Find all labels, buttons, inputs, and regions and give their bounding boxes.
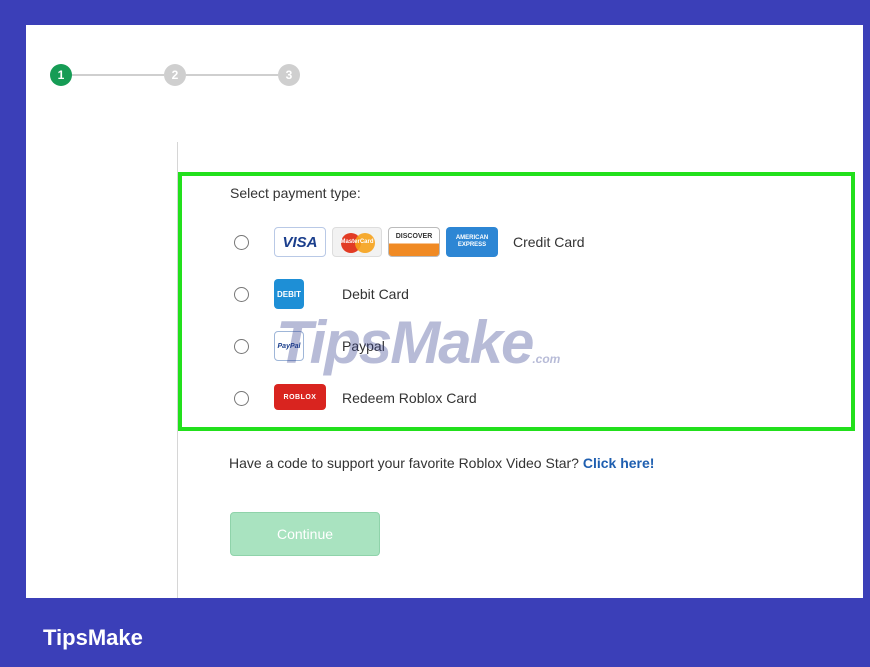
roblox-card-label: Redeem Roblox Card <box>342 390 477 406</box>
roblox-card-icon: ROBLOX <box>274 384 326 410</box>
step-2: 2 <box>164 64 186 86</box>
radio-paypal[interactable] <box>234 339 249 354</box>
mastercard-text: MasterCard <box>340 239 374 245</box>
continue-button[interactable]: Continue <box>230 512 380 556</box>
amex-card-icon: AMERICAN EXPRESS <box>446 227 498 257</box>
visa-card-icon: VISA <box>274 227 326 257</box>
step-3: 3 <box>278 64 300 86</box>
discover-card-icon: DISCOVER <box>388 227 440 257</box>
brand-logo: TipsMake <box>43 625 143 650</box>
support-code-text: Have a code to support your favorite Rob… <box>229 455 654 471</box>
step-1: 1 <box>50 64 72 86</box>
click-here-link[interactable]: Click here! <box>583 455 655 471</box>
watermark-text: TipsMake <box>276 309 534 376</box>
watermark: TipsMake.com <box>276 308 560 377</box>
debit-card-icon: DEBIT <box>274 279 304 309</box>
step-connector <box>72 74 164 76</box>
mastercard-card-icon: MasterCard <box>332 227 382 257</box>
credit-card-label: Credit Card <box>513 234 585 250</box>
payment-type-heading: Select payment type: <box>230 185 361 201</box>
support-text: Have a code to support your favorite Rob… <box>229 455 579 471</box>
debit-card-label: Debit Card <box>342 286 409 302</box>
radio-debit-card[interactable] <box>234 287 249 302</box>
watermark-suffix: .com <box>532 352 561 366</box>
radio-credit-card[interactable] <box>234 235 249 250</box>
step-connector <box>186 74 278 76</box>
radio-roblox-card[interactable] <box>234 391 249 406</box>
